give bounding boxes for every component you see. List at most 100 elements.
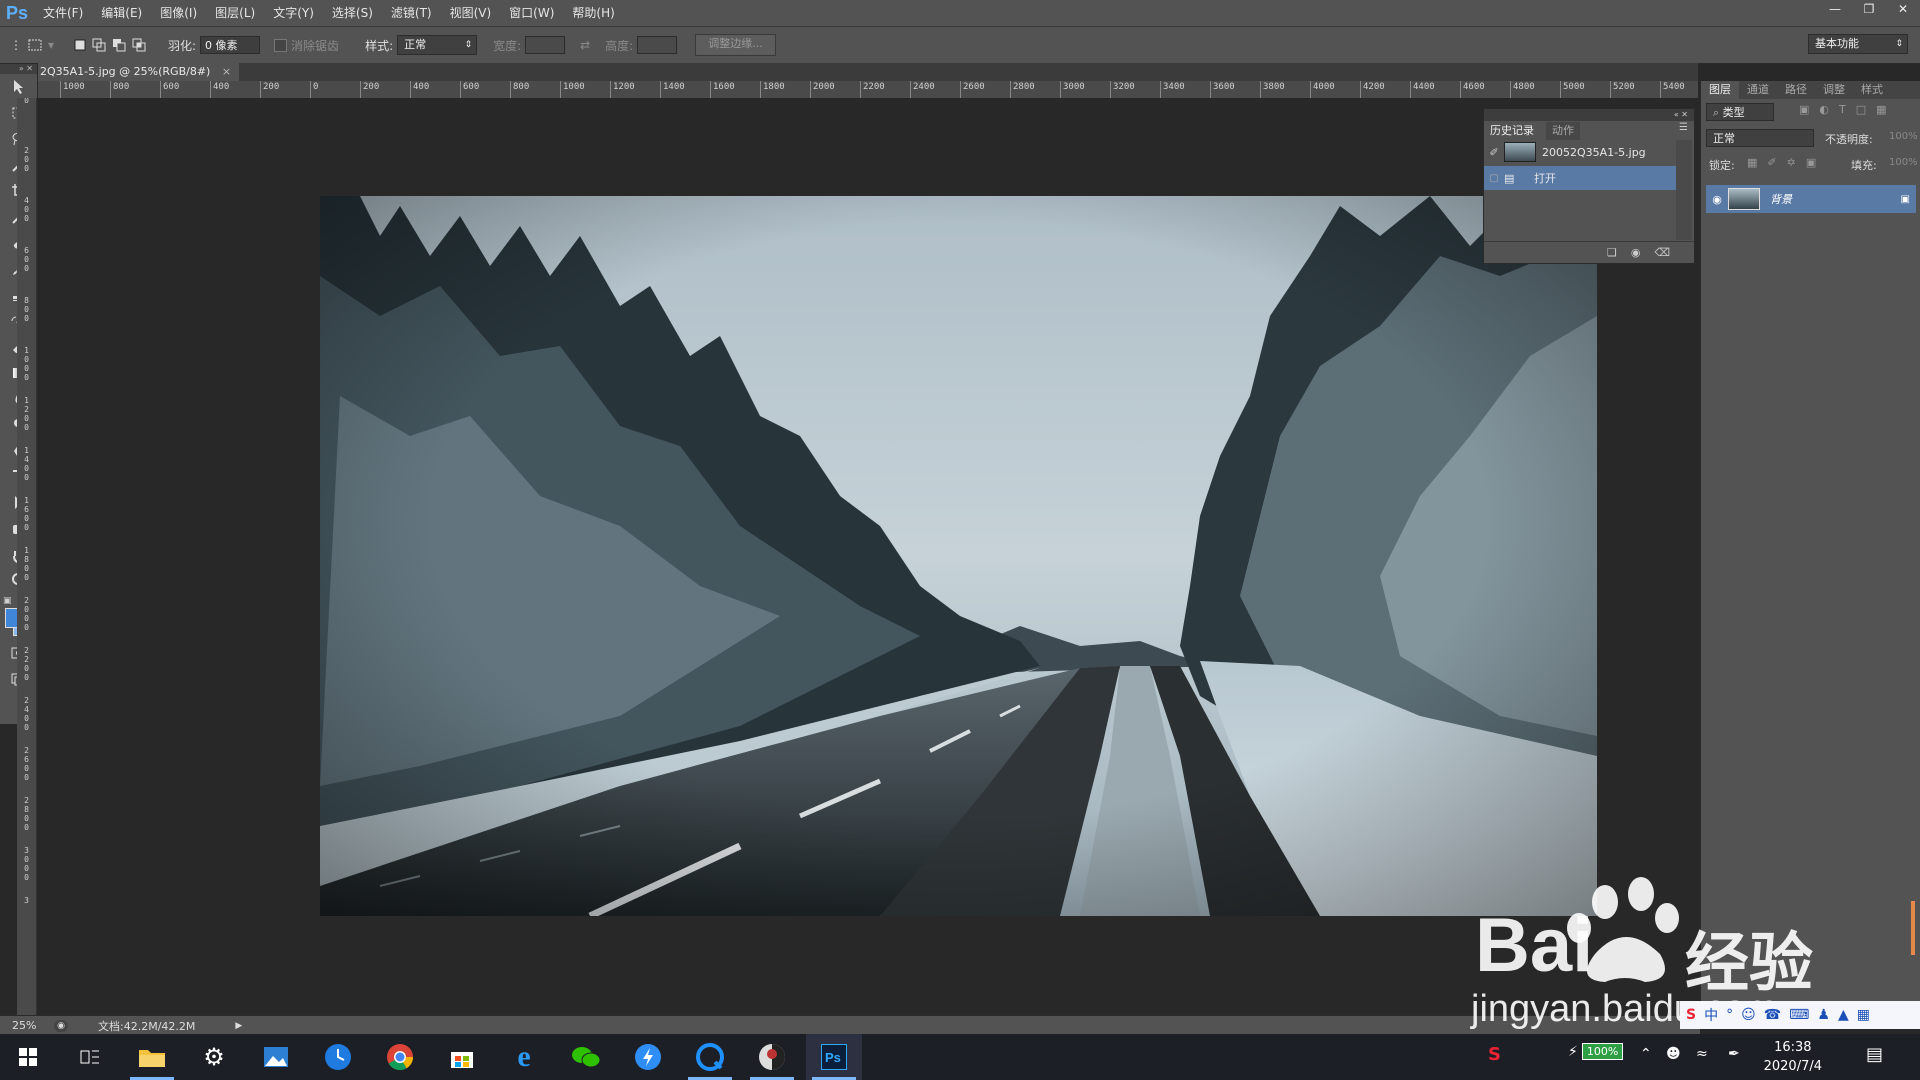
wifi-icon[interactable]: ≈ xyxy=(1696,1046,1708,1062)
photos-app[interactable] xyxy=(248,1034,304,1080)
chrome-app[interactable] xyxy=(372,1034,428,1080)
wechat-app[interactable] xyxy=(558,1034,614,1080)
marquee-preset-icon[interactable] xyxy=(26,35,46,55)
qq-browser-app[interactable] xyxy=(682,1034,738,1080)
file-explorer-app[interactable] xyxy=(124,1034,180,1080)
camera-icon[interactable]: ◉ xyxy=(1631,246,1641,259)
step-checkbox[interactable]: ▢ xyxy=(1484,173,1504,184)
move-tool[interactable] xyxy=(0,74,37,100)
workspace-select[interactable]: 基本功能 ⇕ xyxy=(1808,34,1908,54)
chinese-mode-icon[interactable]: 中 xyxy=(1704,1005,1718,1025)
tab-styles[interactable]: 样式 xyxy=(1853,81,1891,99)
voice-icon[interactable]: ☎ xyxy=(1764,1007,1781,1023)
task-view-button[interactable] xyxy=(62,1034,118,1080)
tab-layers[interactable]: 图层 xyxy=(1701,81,1739,99)
system-clock[interactable]: 16:38 2020/7/4 xyxy=(1764,1038,1822,1076)
clock-app[interactable] xyxy=(310,1034,366,1080)
toolbox-grid-icon[interactable]: ▦ xyxy=(1857,1007,1870,1023)
style-select[interactable]: 正常 ⇕ xyxy=(397,35,478,55)
tab-history[interactable]: 历史记录 xyxy=(1484,122,1540,140)
keyboard-icon[interactable]: ⌨ xyxy=(1789,1007,1809,1023)
chevron-up-icon[interactable]: ⌃ xyxy=(1640,1046,1652,1062)
smart-object-filter-icon[interactable]: ▦ xyxy=(1876,103,1886,116)
tab-paths[interactable]: 路径 xyxy=(1777,81,1815,99)
blend-mode-select[interactable]: 正常 xyxy=(1706,129,1814,147)
user-icon[interactable]: ♟ xyxy=(1817,1007,1830,1023)
refine-edge-button[interactable]: 调整边缘... xyxy=(695,34,776,56)
skin-icon[interactable]: ▲ xyxy=(1838,1007,1849,1023)
history-scrollbar[interactable] xyxy=(1676,140,1692,240)
minimize-button[interactable]: — xyxy=(1818,0,1852,18)
menu-image[interactable]: 图像(I) xyxy=(151,0,206,26)
swap-icon[interactable]: ⇄ xyxy=(575,35,595,55)
menu-select[interactable]: 选择(S) xyxy=(323,0,382,26)
width-input[interactable] xyxy=(525,36,566,54)
height-input[interactable] xyxy=(637,36,678,54)
new-selection-icon[interactable] xyxy=(70,35,90,55)
panel-header[interactable]: « ✕ xyxy=(1484,109,1694,121)
sogou-tray-icon[interactable]: S xyxy=(1488,1044,1501,1065)
chevron-down-icon[interactable]: ▾ xyxy=(46,35,56,55)
notification-icon[interactable]: ▤ xyxy=(1866,1044,1883,1065)
panel-menu-icon[interactable]: ☰ xyxy=(1679,122,1688,133)
lock-all-icon[interactable]: ▣ xyxy=(1806,156,1816,169)
pen-tray-icon[interactable]: ✒ xyxy=(1728,1046,1740,1062)
add-selection-icon[interactable] xyxy=(90,35,110,55)
shape-filter-icon[interactable]: □ xyxy=(1856,103,1866,116)
feather-input[interactable] xyxy=(200,36,261,54)
restore-button[interactable]: ❐ xyxy=(1852,0,1886,18)
history-snapshot[interactable]: ✐ 20052Q35A1-5.jpg xyxy=(1484,140,1676,164)
type-filter-icon[interactable]: T xyxy=(1839,103,1846,116)
menu-type[interactable]: 文字(Y) xyxy=(264,0,323,26)
snapshot-thumbnail xyxy=(1504,142,1536,162)
menu-help[interactable]: 帮助(H) xyxy=(563,0,623,26)
trash-icon[interactable]: ⌫ xyxy=(1654,246,1670,259)
adjustment-filter-icon[interactable]: ◐ xyxy=(1819,103,1829,116)
tab-channels[interactable]: 通道 xyxy=(1739,81,1777,99)
ie-app[interactable]: e xyxy=(496,1034,552,1080)
status-arrow-icon[interactable]: ▶ xyxy=(235,1021,242,1031)
menu-edit[interactable]: 编辑(E) xyxy=(92,0,151,26)
lock-transparent-icon[interactable]: ▦ xyxy=(1747,156,1757,169)
menu-layer[interactable]: 图层(L) xyxy=(206,0,264,26)
emoji-icon[interactable]: ☺ xyxy=(1741,1007,1756,1023)
settings-app[interactable]: ⚙ xyxy=(186,1034,242,1080)
punctuation-icon[interactable]: ° xyxy=(1726,1007,1733,1023)
store-app[interactable] xyxy=(434,1034,490,1080)
menu-file[interactable]: 文件(F) xyxy=(34,0,92,26)
canvas-area[interactable] xyxy=(38,98,1698,1015)
info-icon[interactable]: ◉ xyxy=(54,1019,68,1032)
opacity-value[interactable]: 100% xyxy=(1889,131,1918,142)
zoom-level[interactable]: 25% xyxy=(12,1019,54,1032)
pixel-filter-icon[interactable]: ▣ xyxy=(1799,103,1809,116)
menu-view[interactable]: 视图(V) xyxy=(441,0,501,26)
media-app[interactable] xyxy=(744,1034,800,1080)
close-tab-icon[interactable]: × xyxy=(222,65,231,78)
layer-background[interactable]: ◉ 背景 ▣ xyxy=(1706,185,1916,213)
antialias-checkbox[interactable] xyxy=(274,38,288,52)
history-step[interactable]: ▢ ▤ 打开 xyxy=(1484,166,1676,190)
tab-adjustments[interactable]: 调整 xyxy=(1815,81,1853,99)
fill-value[interactable]: 100% xyxy=(1889,157,1918,168)
sogou-ime-icon[interactable]: S xyxy=(1686,1007,1696,1023)
feishu-app[interactable] xyxy=(620,1034,676,1080)
start-button[interactable] xyxy=(0,1034,56,1080)
history-brush-source-icon[interactable]: ✐ xyxy=(1484,146,1504,159)
lock-position-icon[interactable]: ✡ xyxy=(1787,156,1796,169)
menu-filter[interactable]: 滤镜(T) xyxy=(382,0,441,26)
menu-window[interactable]: 窗口(W) xyxy=(500,0,563,26)
eye-icon[interactable]: ◉ xyxy=(1706,193,1728,206)
default-colors-icon[interactable]: ▣ xyxy=(3,596,12,606)
close-button[interactable]: ✕ xyxy=(1886,0,1920,18)
document-image[interactable] xyxy=(320,196,1597,916)
layer-filter-select[interactable]: ⌕ 类型 xyxy=(1706,103,1774,121)
qq-tray-icon[interactable]: ☻ xyxy=(1666,1046,1681,1062)
battery-indicator[interactable]: ⚡ 100% xyxy=(1568,1043,1624,1060)
new-document-icon[interactable]: ❏ xyxy=(1607,246,1617,259)
intersect-selection-icon[interactable] xyxy=(130,35,150,55)
subtract-selection-icon[interactable] xyxy=(110,35,130,55)
tab-actions[interactable]: 动作 xyxy=(1546,122,1580,140)
photoshop-app[interactable]: Ps xyxy=(806,1034,862,1080)
lock-pixels-icon[interactable]: ✐ xyxy=(1767,156,1776,169)
document-tab[interactable]: 2Q35A1-5.jpg @ 25%(RGB/8#) × xyxy=(38,63,240,81)
